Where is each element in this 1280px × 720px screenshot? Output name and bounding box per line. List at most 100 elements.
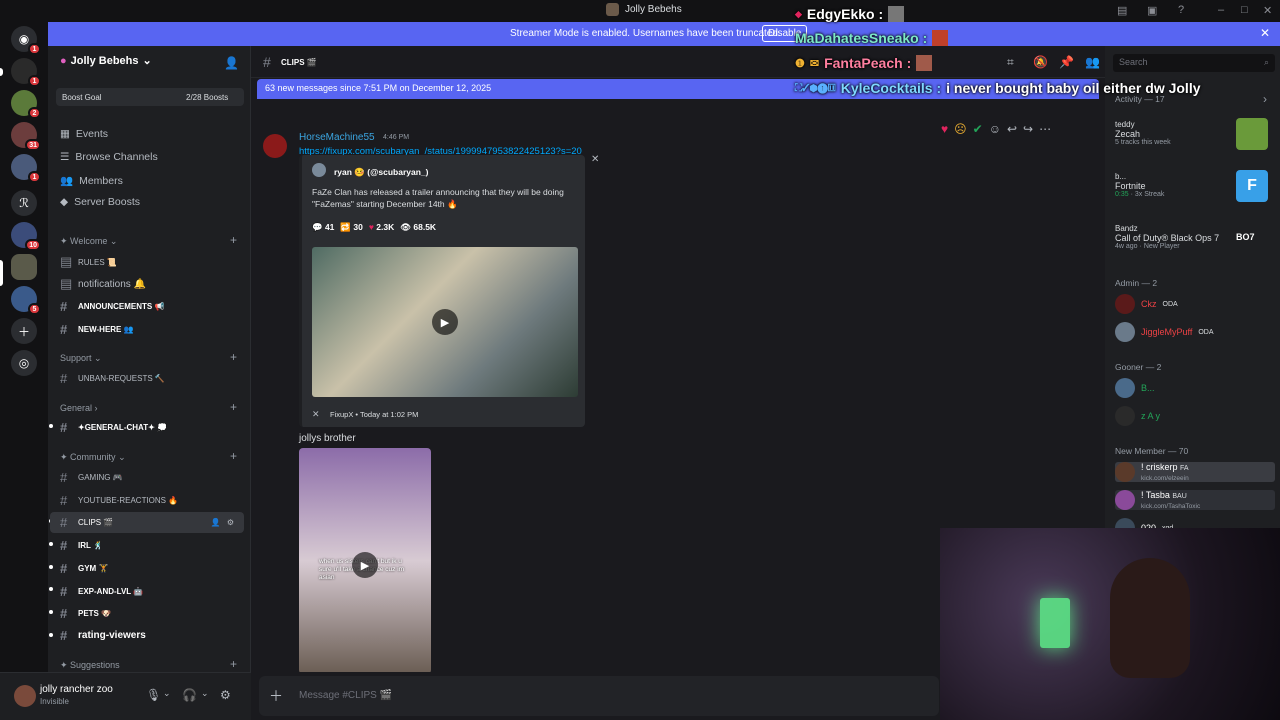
- check-reaction-icon[interactable]: ✔: [973, 122, 983, 136]
- username: jolly rancher zoo: [40, 684, 113, 695]
- server-icon-6[interactable]: 10: [11, 222, 41, 251]
- nav-label: Members: [79, 174, 123, 187]
- channel-unban-requests[interactable]: # UNBAN-REQUESTS 🔨: [60, 371, 165, 386]
- channel-rating-viewers[interactable]: # rating-viewers: [60, 628, 146, 643]
- member-item[interactable]: JiggleMyPuff ODA: [1115, 322, 1214, 342]
- hash-icon: #: [60, 420, 68, 435]
- minimize-icon[interactable]: –: [1218, 4, 1224, 16]
- member-item[interactable]: ! Tasba BAU kick.com/TashaToxic: [1115, 490, 1275, 510]
- boost-goal-label: Boost Goal: [62, 93, 102, 102]
- avatar[interactable]: [263, 134, 287, 158]
- discord-home-icon[interactable]: ◉ 1: [11, 26, 41, 55]
- activity-art: [1236, 118, 1268, 150]
- badge-icon: ✉: [809, 57, 820, 70]
- close-embed-icon[interactable]: ✕: [591, 154, 599, 165]
- nav-events[interactable]: ▦ Events: [60, 128, 108, 140]
- heart-reaction-icon[interactable]: ♥: [941, 122, 948, 136]
- embed-author[interactable]: ryan 🤒 (@scubaryan_): [334, 167, 428, 178]
- server-icon-3[interactable]: 31: [11, 122, 41, 151]
- forward-icon[interactable]: ↪: [1023, 122, 1033, 136]
- invite-icon[interactable]: 👤: [211, 518, 221, 527]
- discover-icon[interactable]: ◎: [11, 350, 37, 376]
- member-tag: FA: [1180, 465, 1189, 472]
- channel-new-here[interactable]: # NEW-HERE 👥: [60, 322, 134, 337]
- add-reaction-icon[interactable]: ☺: [989, 122, 1001, 136]
- category-general[interactable]: General ›: [60, 403, 98, 413]
- emoji-reaction-icon[interactable]: ☹: [954, 122, 967, 136]
- nav-server-boosts[interactable]: ◆ Server Boosts: [60, 196, 140, 208]
- create-channel-icon[interactable]: +: [230, 233, 237, 247]
- channel-rules[interactable]: ▤ RULES 📜: [60, 254, 117, 270]
- message-input-box[interactable]: ＋ Message #CLIPS 🎬: [259, 676, 939, 716]
- channel-clips[interactable]: # CLIPS 🎬 👤 ⚙: [50, 512, 244, 533]
- channel-label: RULES 📜: [78, 257, 117, 267]
- embed-video-thumbnail[interactable]: ▶: [312, 247, 578, 397]
- add-server-icon[interactable]: ＋: [11, 318, 37, 344]
- avatar: [1115, 294, 1135, 314]
- channel-label: CLIPS 🎬: [78, 518, 114, 527]
- category-suggestions[interactable]: ✦ Suggestions: [60, 660, 120, 671]
- server-tag-icon: ●: [60, 54, 67, 67]
- hash-icon: #: [60, 538, 68, 553]
- channel-announcements[interactable]: # ANNOUNCEMENTS 📢: [60, 299, 164, 314]
- server-icon-2[interactable]: 2: [11, 90, 41, 119]
- black-ops-logo: BO7: [1236, 232, 1255, 242]
- server-icon-4[interactable]: 1: [11, 154, 41, 183]
- gear-icon[interactable]: ⚙: [220, 688, 231, 702]
- add-attachment-icon[interactable]: ＋: [269, 686, 283, 706]
- activity-card[interactable]: teddy Zecah 5 tracks this week: [1115, 120, 1171, 146]
- category-support[interactable]: Support ⌄: [60, 353, 102, 364]
- server-icon-5[interactable]: ℛ: [11, 190, 37, 216]
- headphones-icon[interactable]: 🎧: [182, 688, 197, 702]
- chevron-down-icon[interactable]: ⌄: [201, 688, 209, 699]
- video-attachment[interactable]: when us sisters can't but ik u sure u'll…: [299, 448, 431, 674]
- category-community[interactable]: ✦ Community ⌄: [60, 452, 126, 463]
- member-item[interactable]: B...: [1115, 378, 1155, 398]
- gear-icon[interactable]: ⚙: [227, 518, 234, 527]
- close-window-icon[interactable]: ✕: [1263, 4, 1272, 17]
- activity-detail: 4w ago: [1115, 243, 1138, 250]
- play-icon[interactable]: ▶: [432, 309, 458, 335]
- activity-card[interactable]: b... Fortnite 0:35 · 3x Streak: [1115, 172, 1164, 198]
- channel-pets[interactable]: # PETS 🐶: [60, 606, 111, 621]
- member-tag: ODA: [1162, 300, 1178, 308]
- server-name-header[interactable]: ● Jolly Bebehs ⌄: [60, 54, 152, 68]
- channel-notifications[interactable]: ▤ notifications 🔔: [60, 276, 146, 292]
- chevron-down-icon[interactable]: ⌄: [163, 688, 171, 699]
- create-channel-icon[interactable]: +: [230, 449, 237, 463]
- more-icon[interactable]: ⋯: [1039, 122, 1051, 136]
- member-item[interactable]: z A y: [1115, 406, 1160, 426]
- member-item[interactable]: ! criskerp FA kick.com/elzeein: [1115, 462, 1275, 482]
- server-icon-8[interactable]: 5: [11, 286, 41, 315]
- play-icon[interactable]: ▶: [352, 552, 378, 578]
- message-author[interactable]: HorseMachine55: [299, 132, 375, 143]
- close-banner-icon[interactable]: ✕: [1260, 26, 1270, 40]
- member-item[interactable]: Ckz ODA: [1115, 294, 1178, 314]
- boost-goal-bar[interactable]: Boost Goal 2/28 Boosts: [56, 88, 244, 106]
- activity-card[interactable]: Bandz Call of Duty® Black Ops 7 4w ago ·…: [1115, 224, 1219, 250]
- category-welcome[interactable]: ✦ Welcome ⌄: [60, 236, 117, 247]
- message-input-placeholder[interactable]: Message #CLIPS 🎬: [299, 690, 392, 701]
- server-icon-1[interactable]: 1: [11, 58, 41, 87]
- reply-count: 💬 41: [312, 222, 335, 232]
- channel-gym[interactable]: # GYM 🏋: [60, 561, 108, 576]
- embed-stats: 💬 41 🔁 30 ♥ 2.3K 👁 68.5K: [312, 222, 436, 233]
- server-icon-jolly[interactable]: [11, 254, 37, 280]
- like-value: 2.3K: [376, 222, 395, 232]
- invite-icon[interactable]: 👤: [224, 56, 239, 70]
- nav-browse-channels[interactable]: ☰ Browse Channels: [60, 151, 158, 163]
- maximize-icon[interactable]: □: [1241, 4, 1248, 16]
- channel-irl[interactable]: # IRL 🕺: [60, 538, 103, 553]
- create-channel-icon[interactable]: +: [230, 657, 237, 671]
- create-channel-icon[interactable]: +: [230, 400, 237, 414]
- reply-icon[interactable]: ↩: [1007, 122, 1017, 136]
- create-channel-icon[interactable]: +: [230, 350, 237, 364]
- channel-general-chat[interactable]: # ✦GENERAL-CHAT✦ 💭: [60, 420, 167, 435]
- chevron-right-icon[interactable]: ›: [1263, 92, 1267, 106]
- channel-gaming[interactable]: # GAMING 🎮: [60, 470, 123, 485]
- avatar[interactable]: [14, 685, 36, 707]
- microphone-icon[interactable]: 🎙: [146, 688, 161, 702]
- nav-members[interactable]: 👥 Members: [60, 174, 123, 188]
- channel-youtube-reactions[interactable]: # YOUTUBE-REACTIONS 🔥: [60, 493, 178, 508]
- channel-exp-and-lvl[interactable]: # EXP-AND-LVL 🤖: [60, 584, 143, 599]
